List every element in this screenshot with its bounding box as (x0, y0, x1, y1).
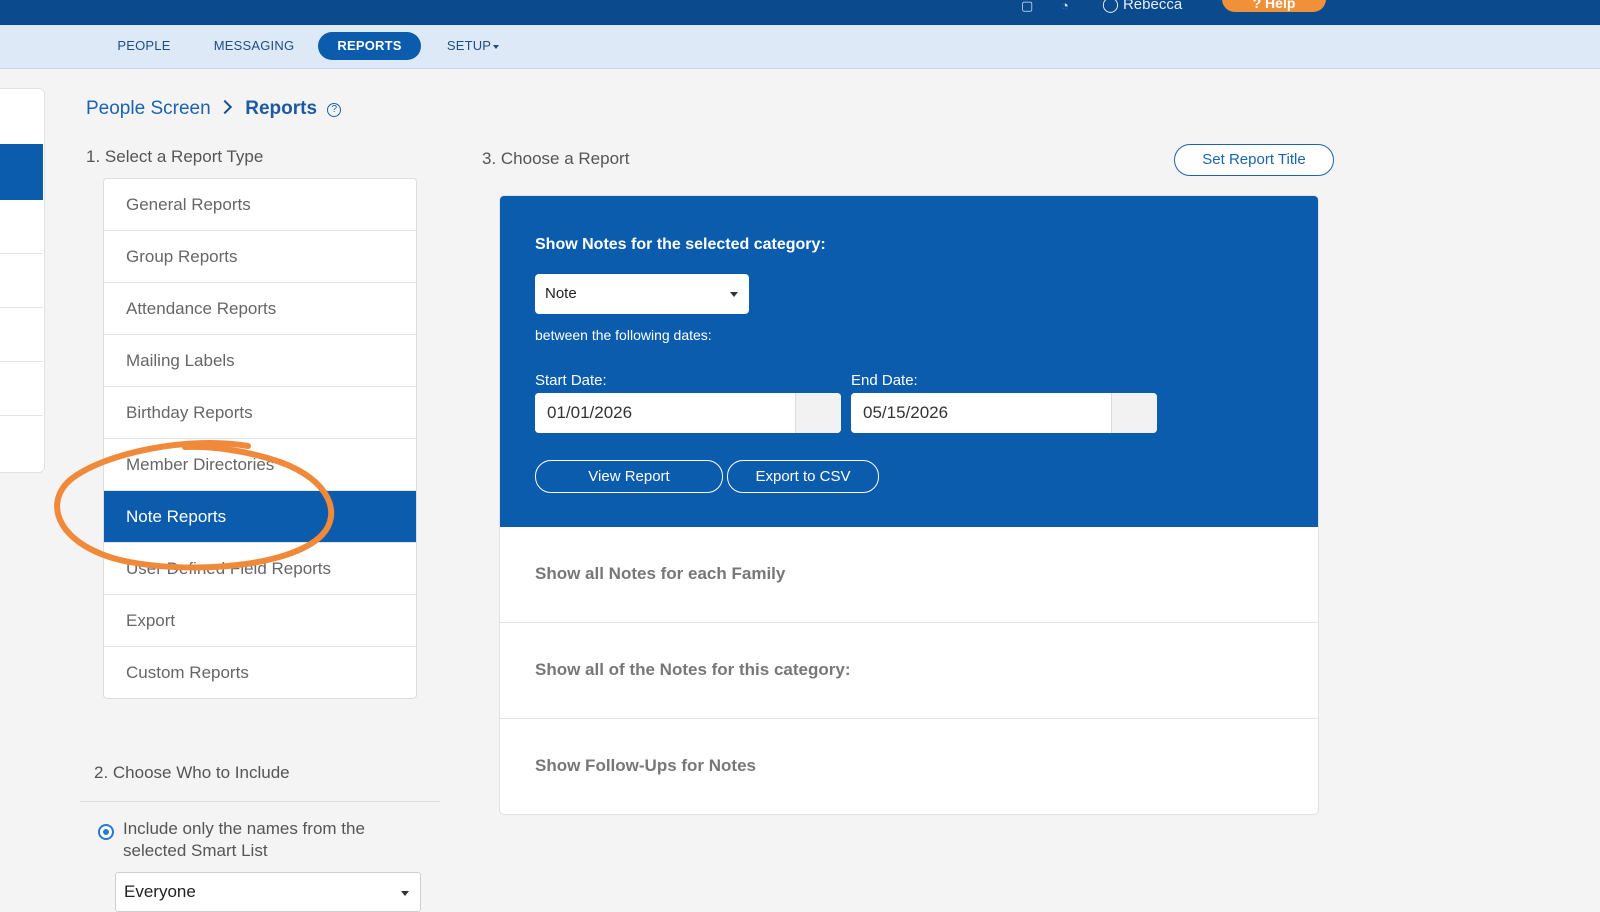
breadcrumb-parent-link[interactable]: People Screen (86, 98, 211, 119)
divider (80, 801, 440, 802)
calendar-button[interactable] (795, 393, 841, 433)
report-type-mailing-labels[interactable]: Mailing Labels (104, 335, 416, 387)
end-date-field (851, 393, 1157, 433)
breadcrumb: People Screen Reports ? (86, 98, 342, 120)
set-report-title-button[interactable]: Set Report Title (1174, 144, 1334, 176)
start-date-label: Start Date: (535, 372, 607, 389)
category-select[interactable]: Note (535, 274, 749, 314)
report-options-panel: Show Notes for the selected category: No… (499, 195, 1319, 815)
user-name: Rebecca (1122, 0, 1183, 13)
nav-messaging[interactable]: MESSAGING (204, 32, 304, 60)
view-report-button[interactable]: View Report (535, 460, 723, 493)
report-type-user-defined-field[interactable]: User Defined Field Reports (104, 543, 416, 595)
report-option[interactable]: Show Follow-Ups for Notes (500, 719, 1318, 814)
nav-people[interactable]: PEOPLE (107, 32, 181, 60)
report-type-attendance[interactable]: Attendance Reports (104, 283, 416, 335)
report-type-list: General Reports Group Reports Attendance… (103, 178, 417, 699)
bell-icon[interactable]: ◔ (1061, 0, 1069, 12)
start-date-input[interactable] (535, 393, 795, 433)
divider (0, 307, 43, 308)
nav-setup[interactable]: SETUP (440, 32, 506, 60)
report-type-group[interactable]: Group Reports (104, 231, 416, 283)
report-type-birthday[interactable]: Birthday Reports (104, 387, 416, 439)
caret-down-icon (730, 292, 738, 297)
chevron-down-icon (493, 44, 500, 49)
question-icon[interactable]: ? (327, 103, 342, 117)
help-icon: ? (1252, 0, 1262, 11)
smart-list-select[interactable]: Everyone (115, 872, 421, 912)
active-report-card[interactable]: Show Notes for the selected category: No… (500, 196, 1318, 527)
report-type-custom[interactable]: Custom Reports (104, 647, 416, 698)
main-nav: PEOPLE MESSAGING REPORTS SETUP (0, 25, 1600, 69)
section-2-heading: 2. Choose Who to Include (94, 763, 290, 782)
chevron-right-icon (217, 99, 233, 115)
report-type-member-directories[interactable]: Member Directories (104, 439, 416, 491)
user-menu[interactable]: ◯ Rebecca (1102, 0, 1182, 13)
between-dates-text: between the following dates: (535, 327, 712, 343)
report-type-export[interactable]: Export (104, 595, 416, 647)
end-date-input[interactable] (851, 393, 1111, 433)
active-report-title: Show Notes for the selected category: (535, 236, 826, 253)
calendar-button[interactable] (1111, 393, 1157, 433)
calendar-icon[interactable]: ▢ (1021, 0, 1033, 12)
nav-reports[interactable]: REPORTS (318, 32, 421, 60)
divider (0, 253, 43, 254)
report-type-note[interactable]: Note Reports (104, 491, 416, 543)
start-date-field (535, 393, 841, 433)
divider (0, 361, 43, 362)
help-button[interactable]: ? Help (1222, 0, 1326, 12)
section-3-heading: 3. Choose a Report (482, 149, 630, 168)
divider (0, 415, 43, 416)
report-option[interactable]: Show all of the Notes for this category: (500, 623, 1318, 719)
user-icon: ◯ (1102, 0, 1119, 13)
side-rail-active-item[interactable] (0, 144, 43, 200)
report-option[interactable]: Show all Notes for each Family (500, 527, 1318, 623)
report-type-general[interactable]: General Reports (104, 179, 416, 231)
top-bar: ▢ ◔ ◯ Rebecca ? Help (0, 0, 1600, 25)
export-csv-button[interactable]: Export to CSV (727, 460, 879, 493)
caret-down-icon (401, 891, 409, 896)
breadcrumb-current: Reports (245, 98, 318, 119)
end-date-label: End Date: (851, 372, 918, 389)
smart-list-radio-label: Include only the names from the selected… (123, 819, 365, 860)
smart-list-radio[interactable] (98, 824, 114, 840)
section-1-heading: 1. Select a Report Type (86, 147, 264, 166)
